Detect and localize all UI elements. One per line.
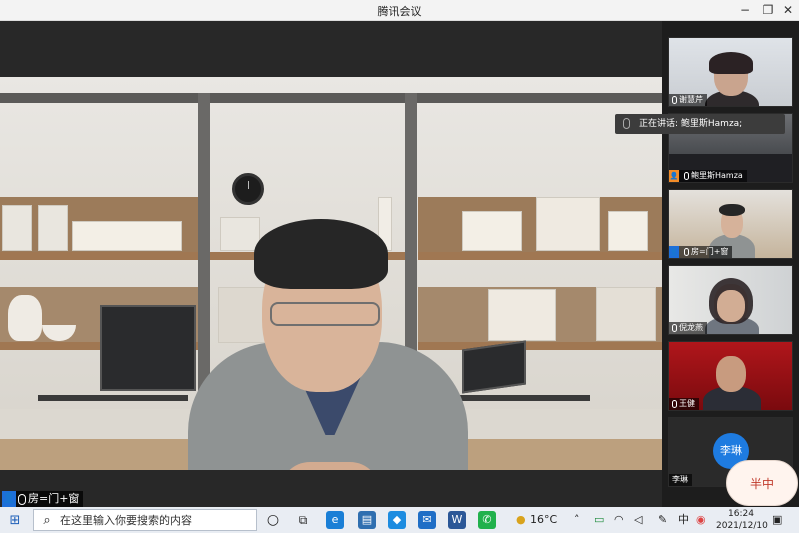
taskbar-clock[interactable]: 16:24 2021/12/10 — [716, 508, 768, 532]
mic-icon — [672, 96, 677, 104]
search-icon: ⌕ — [43, 512, 51, 528]
clock-icon — [232, 173, 264, 205]
mail-icon[interactable]: ✉ — [418, 511, 436, 529]
storage-box — [220, 217, 260, 251]
mic-icon — [672, 324, 677, 332]
books — [596, 287, 656, 341]
books — [536, 197, 600, 251]
shelf-frame — [0, 93, 662, 103]
book-stack — [72, 221, 182, 251]
book-stack — [608, 211, 648, 251]
ime-indicator[interactable]: 中 — [678, 511, 689, 529]
participant-label: 倪龙燕 — [669, 322, 707, 334]
notification-icon[interactable]: ▣ — [772, 511, 782, 529]
participant-tile[interactable]: 👤 房=门+窗 — [668, 189, 793, 259]
participant-name: 谢慧芹 — [679, 95, 703, 104]
speaker-name-tag: 👤 房=门+窗 — [2, 491, 84, 507]
clock-date: 2021/12/10 — [716, 521, 768, 531]
restore-icon[interactable]: ❐ — [757, 1, 779, 19]
close-icon[interactable]: ✕ — [777, 1, 799, 19]
participant-name: 李琳 — [672, 475, 688, 484]
weather-temp[interactable]: 16°C — [530, 511, 557, 529]
mic-icon — [684, 248, 689, 256]
participant-hair — [709, 52, 753, 74]
user-icon: 👤 — [669, 246, 679, 258]
title-bar: 腾讯会议 − ❐ ✕ — [0, 0, 799, 21]
participant-tile[interactable]: 谢慧芹 — [668, 37, 793, 107]
shelf — [418, 252, 662, 260]
participant-tile[interactable]: 王健 — [668, 341, 793, 411]
participant-label: 谢慧芹 — [669, 94, 707, 106]
mic-icon — [18, 493, 26, 505]
wechat-icon[interactable]: ✆ — [478, 511, 496, 529]
tencent-meeting-icon[interactable]: ◆ — [388, 511, 406, 529]
participant-tile[interactable]: 倪龙燕 — [668, 265, 793, 335]
books — [488, 289, 556, 341]
cortana-icon[interactable]: ○ — [264, 511, 282, 529]
participant-face — [717, 290, 745, 322]
storage-box — [38, 205, 68, 251]
host-icon: 👤 — [669, 170, 679, 182]
volume-icon[interactable]: ◁ — [634, 511, 642, 529]
sticker-overlay: 半中 — [726, 460, 798, 506]
battery-icon[interactable]: ▭ — [594, 511, 604, 529]
speaking-indicator: 正在讲话: 鲍里斯Hamza; — [615, 114, 785, 134]
clock-time: 16:24 — [728, 509, 754, 519]
mic-icon — [623, 118, 630, 129]
desk — [38, 395, 188, 401]
taskbar: ⊞ ⌕ 在这里输入你要搜索的内容 ○ ⧉ e ▤ ◆ ✉ W ✆ ● 16°C … — [0, 507, 799, 533]
shelf — [418, 342, 662, 350]
shelf — [0, 252, 198, 260]
wifi-icon[interactable]: ◠ — [614, 511, 624, 529]
storage-box — [2, 205, 32, 251]
book-stack — [462, 211, 522, 251]
participant-name: 王健 — [679, 399, 695, 408]
books — [218, 287, 268, 343]
participant-label: 👤 房=门+窗 — [669, 246, 733, 258]
desk — [460, 395, 590, 401]
participant-name: 倪龙燕 — [679, 323, 703, 332]
participant-label: 👤 鲍里斯Hamza — [669, 170, 747, 182]
vase — [8, 295, 42, 341]
monitor — [100, 305, 196, 391]
participant-hair — [719, 204, 745, 216]
search-placeholder: 在这里输入你要搜索的内容 — [60, 514, 192, 527]
speaker-hair — [254, 219, 388, 289]
participant-name: 房=门+窗 — [691, 247, 729, 256]
glasses — [270, 302, 380, 326]
participant-label: 李琳 — [669, 474, 692, 486]
chevron-up-icon[interactable]: ˄ — [574, 511, 580, 529]
participant-label: 王健 — [669, 398, 699, 410]
windows-start-icon[interactable]: ⊞ — [0, 507, 30, 533]
user-icon: 👤 — [2, 491, 16, 507]
participant-name: 鲍里斯Hamza — [691, 171, 743, 180]
participant-face — [716, 356, 746, 392]
app-icon[interactable]: ▤ — [358, 511, 376, 529]
participant-panel: 谢慧芹 👤 鲍里斯Hamza 👤 房=门+窗 倪龙燕 王健 李琳 李琳 — [662, 21, 799, 507]
weather-icon: ● — [516, 513, 526, 526]
meeting-window: 腾讯会议 − ❐ ✕ 👤 房=门+窗 谢慧芹 👤 鲍里斯Hamza 👤 房=门+… — [0, 0, 799, 533]
window-title: 腾讯会议 — [377, 5, 422, 18]
tablet — [462, 340, 526, 394]
mic-icon — [672, 400, 677, 408]
mic-icon — [684, 172, 689, 180]
main-video-area[interactable]: 👤 房=门+窗 — [0, 21, 662, 507]
task-view-icon[interactable]: ⧉ — [294, 511, 312, 529]
taskbar-search[interactable]: ⌕ 在这里输入你要搜索的内容 — [33, 509, 257, 531]
pen-icon[interactable]: ✎ — [658, 511, 667, 529]
minimize-icon[interactable]: − — [734, 1, 756, 19]
speaker-video — [0, 77, 662, 470]
speaking-text: 正在讲话: 鲍里斯Hamza; — [639, 119, 743, 129]
antivirus-icon[interactable]: ◉ — [696, 511, 706, 529]
word-icon[interactable]: W — [448, 511, 466, 529]
edge-icon[interactable]: e — [326, 511, 344, 529]
speaker-name: 房=门+窗 — [28, 492, 80, 505]
